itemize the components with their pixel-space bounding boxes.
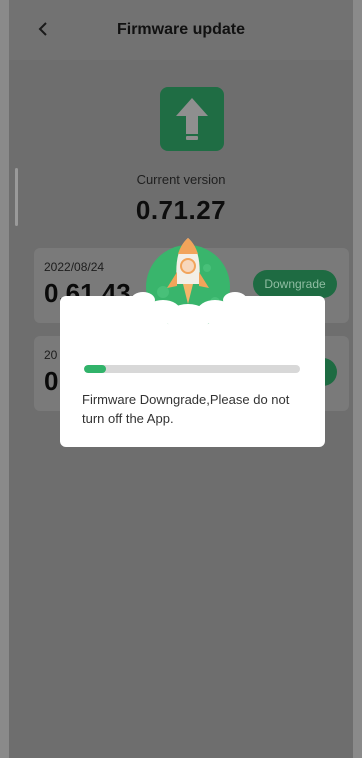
version-date: 20 bbox=[44, 348, 58, 362]
downgrade-button[interactable]: Downgrade bbox=[253, 270, 337, 298]
current-version-label: Current version bbox=[136, 172, 226, 187]
version-date: 2022/08/24 bbox=[44, 260, 105, 274]
right-edge bbox=[353, 0, 362, 758]
progress-bar bbox=[84, 365, 300, 373]
page-title: Firmware update bbox=[116, 21, 246, 38]
current-version-value: 0.71.27 bbox=[135, 195, 227, 225]
progress-fill bbox=[84, 365, 106, 373]
firmware-upload-icon bbox=[160, 87, 224, 151]
back-button[interactable] bbox=[33, 18, 53, 42]
chevron-left-icon bbox=[38, 22, 47, 36]
dialog-message: Firmware Downgrade,Please do not turn of… bbox=[82, 392, 290, 426]
version-number: 0 bbox=[44, 366, 59, 396]
left-edge bbox=[0, 0, 9, 758]
rocket-icon bbox=[131, 232, 251, 340]
header: Firmware update bbox=[9, 0, 353, 60]
